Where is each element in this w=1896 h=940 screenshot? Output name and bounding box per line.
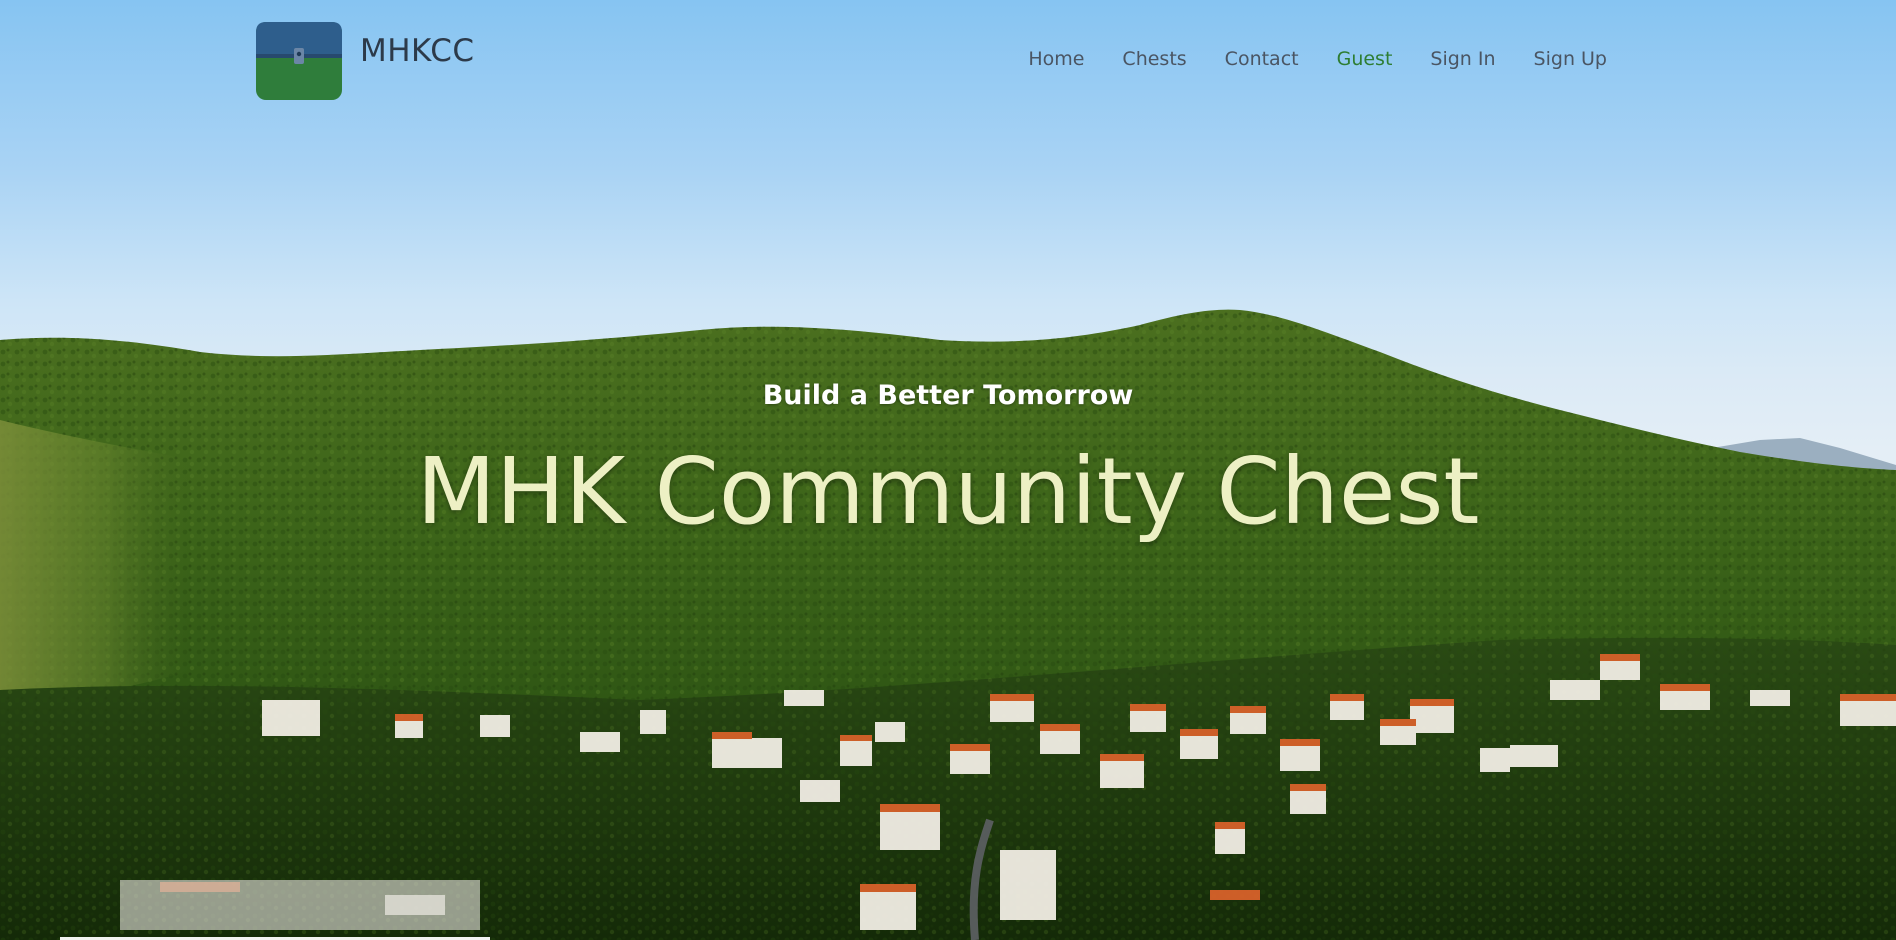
treasure-chest-icon (256, 22, 342, 100)
nav-contact[interactable]: Contact (1206, 46, 1318, 72)
nav-sign-in[interactable]: Sign In (1411, 46, 1514, 72)
brand-name: MHKCC (360, 33, 475, 69)
hero-headline: MHK Community Chest (416, 438, 1480, 545)
brand-link[interactable]: MHKCC (256, 22, 474, 100)
main-nav: Home Chests Contact Guest Sign In Sign U… (1009, 46, 1626, 72)
nav-chests[interactable]: Chests (1103, 46, 1205, 72)
navbar: MHKCC Home Chests Contact Guest Sign In … (0, 0, 1896, 110)
nav-home[interactable]: Home (1009, 46, 1103, 72)
nav-sign-up[interactable]: Sign Up (1515, 46, 1626, 72)
hero-tagline: Build a Better Tomorrow (762, 380, 1134, 411)
nav-guest[interactable]: Guest (1318, 46, 1412, 72)
hero-section: MHKCC Home Chests Contact Guest Sign In … (0, 0, 1896, 940)
